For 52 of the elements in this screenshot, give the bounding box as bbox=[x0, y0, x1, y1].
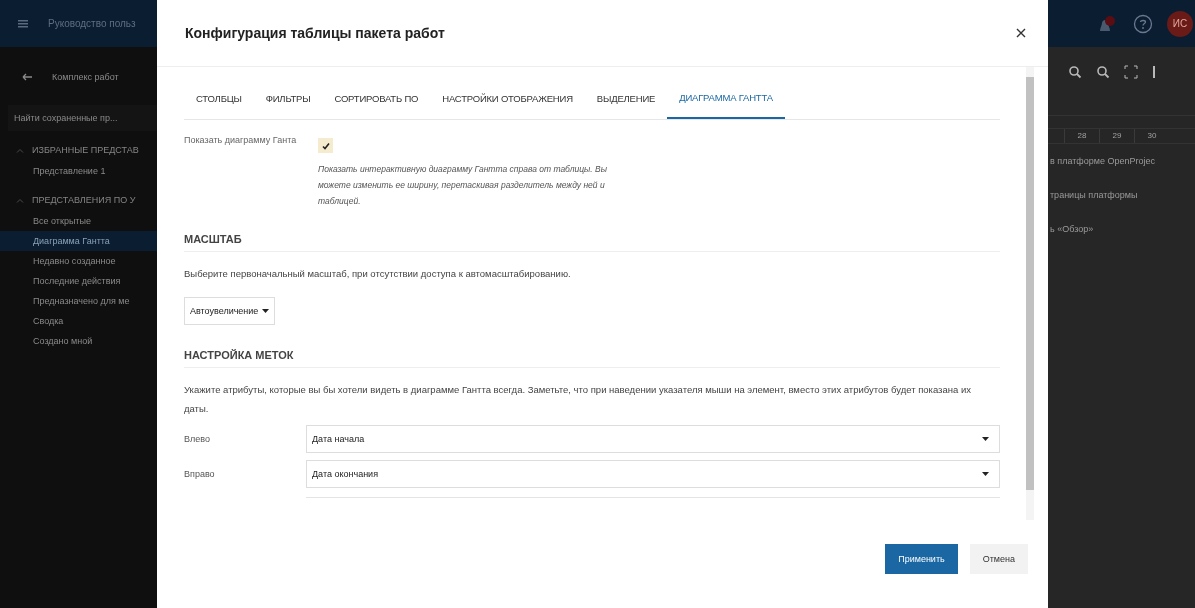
section-heading: НАСТРОЙКА МЕТОК bbox=[184, 349, 1000, 368]
sidebar-item[interactable]: Все открытые bbox=[0, 211, 157, 231]
menu-icon[interactable] bbox=[18, 19, 28, 28]
zoom-out-icon[interactable] bbox=[1096, 65, 1110, 79]
tab[interactable]: НАСТРОЙКИ ОТОБРАЖЕНИЯ bbox=[430, 77, 585, 119]
dialog-title: Конфигурация таблицы пакета работ bbox=[185, 25, 445, 41]
bar-label: траницы платформы bbox=[1049, 190, 1138, 200]
tab[interactable]: ДИАГРАММА ГАНТТА bbox=[667, 77, 785, 119]
dropdown-caret-icon[interactable] bbox=[982, 472, 989, 476]
dropdown-caret-icon[interactable] bbox=[262, 309, 270, 313]
tab[interactable]: ФИЛЬТРЫ bbox=[253, 77, 323, 119]
dropdown-caret-icon[interactable] bbox=[982, 437, 989, 441]
bar-label: в платформе OpenProjec bbox=[1049, 156, 1155, 166]
sidebar-item[interactable]: Диаграмма Гантта bbox=[0, 231, 157, 251]
section-heading: МАСШТАБ bbox=[184, 233, 1000, 252]
section-heading: ПРЕДСТАВЛЕНИЯ ПО У bbox=[32, 195, 136, 205]
apply-button[interactable]: Применить bbox=[885, 544, 958, 574]
tab[interactable]: СОРТИРОВАТЬ ПО bbox=[322, 77, 431, 119]
user-avatar[interactable]: ИС bbox=[1167, 10, 1193, 37]
sidebar-item[interactable]: Сводка bbox=[0, 311, 157, 331]
sidebar-item[interactable]: Последние действия bbox=[0, 271, 157, 291]
description-text: Укажите атрибуты, которые вы бы хотели видеть в диаграмме Гантта всегда. Заметьте, что при наведении указателя мыши на элемент, вместо этих атрибутов будет показана их даты. bbox=[184, 383, 972, 416]
bar-label: ь «Обзор» bbox=[1049, 224, 1094, 234]
tab[interactable]: ВЫДЕЛЕНИЕ bbox=[584, 77, 668, 119]
tab[interactable]: СТОЛБЦЫ bbox=[184, 77, 254, 119]
more-icon[interactable] bbox=[1152, 65, 1156, 79]
zoom-dropdown[interactable]: Автоувеличение bbox=[184, 297, 276, 325]
fit-icon[interactable] bbox=[1124, 65, 1138, 79]
attribute-dropdown[interactable]: Дата окончания bbox=[306, 460, 1000, 488]
search-field[interactable]: Найти сохраненные пр... bbox=[8, 105, 157, 131]
app-title: Руководство польз bbox=[48, 18, 136, 29]
zoom-in-icon[interactable] bbox=[1068, 65, 1082, 79]
field-label: Вправо bbox=[184, 469, 216, 479]
help-text: Показать интерактивную диаграмму Гантта справа от таблицы. Вы можете изменить ее ширину, перетаскивая разделитель между ней и таблицей. bbox=[318, 163, 608, 208]
day-header: 28 bbox=[1064, 129, 1099, 143]
field-label: Влево bbox=[184, 434, 211, 444]
scrollbar[interactable] bbox=[1026, 67, 1034, 520]
day-header: 29 bbox=[1099, 129, 1134, 143]
back-arrow-icon[interactable] bbox=[22, 73, 32, 81]
sidebar-item[interactable]: Предназначено для ме bbox=[0, 291, 157, 311]
field-label: Показать диаграмму Ганта bbox=[184, 134, 298, 147]
section-heading: ИЗБРАННЫЕ ПРЕДСТАВ bbox=[32, 145, 139, 155]
description-text: Выберите первоначальный масштаб, при отсутствии доступа к автомасштабированию. bbox=[184, 267, 572, 281]
close-icon[interactable] bbox=[1016, 28, 1026, 38]
back-link[interactable]: Комплекс работ bbox=[52, 72, 119, 82]
sidebar-item[interactable]: Представление 1 bbox=[0, 161, 157, 181]
day-header: 30 bbox=[1134, 129, 1169, 143]
sidebar-item[interactable]: Недавно созданное bbox=[0, 251, 157, 271]
attribute-dropdown[interactable]: Дата начала bbox=[306, 425, 1000, 453]
sidebar-item[interactable]: Создано мной bbox=[0, 331, 157, 351]
cancel-button[interactable]: Отмена bbox=[969, 544, 1028, 574]
help-icon[interactable] bbox=[1133, 13, 1153, 34]
